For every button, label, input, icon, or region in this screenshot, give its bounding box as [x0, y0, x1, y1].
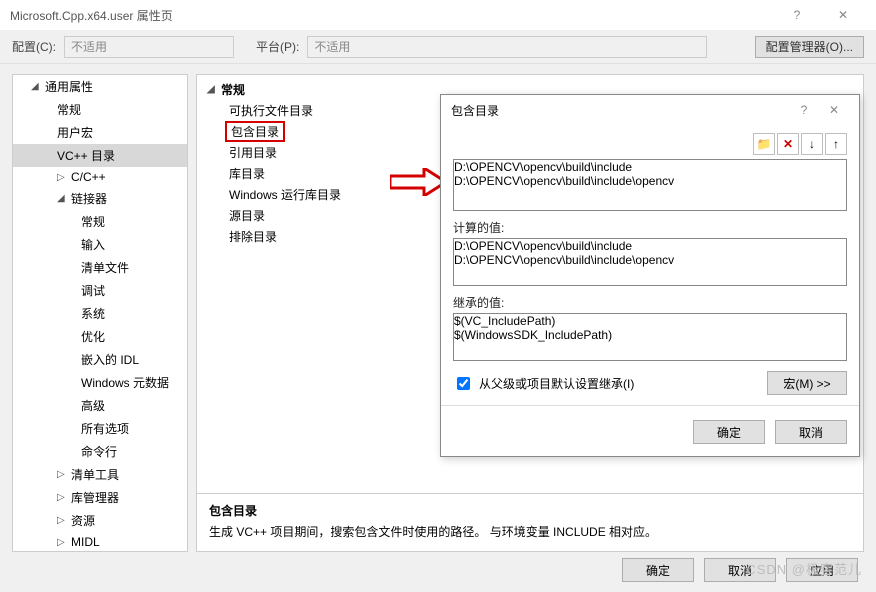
expand-icon[interactable]	[57, 469, 67, 480]
tree-item-selected[interactable]: VC++ 目录	[13, 144, 187, 167]
platform-combo[interactable]: 不适用	[307, 36, 707, 58]
tree-item[interactable]: 嵌入的 IDL	[13, 348, 187, 371]
titlebar: Microsoft.Cpp.x64.user 属性页 ? ✕	[0, 0, 876, 30]
expand-icon[interactable]	[57, 537, 67, 548]
popup-titlebar: 包含目录 ? ✕	[441, 95, 859, 125]
list-item[interactable]: D:\OPENCV\opencv\build\include	[454, 160, 846, 174]
expand-icon[interactable]	[207, 84, 217, 95]
tree-item[interactable]: 常规	[13, 98, 187, 121]
popup-ok-button[interactable]: 确定	[693, 420, 765, 444]
list-item[interactable]: D:\OPENCV\opencv\build\include\opencv	[454, 174, 846, 188]
help-button[interactable]: ?	[774, 0, 820, 30]
inherit-label: 从父级或项目默认设置继承(I)	[479, 375, 634, 392]
tree-item[interactable]: MIDL	[13, 532, 187, 552]
list-item: D:\OPENCV\opencv\build\include	[454, 239, 846, 253]
tree-item[interactable]: 清单文件	[13, 256, 187, 279]
tree-root[interactable]: 通用属性	[13, 75, 187, 98]
config-manager-button[interactable]: 配置管理器(O)...	[755, 36, 864, 58]
tree-item[interactable]: 命令行	[13, 440, 187, 463]
tree-item[interactable]: 用户宏	[13, 121, 187, 144]
tree-item[interactable]: 高级	[13, 394, 187, 417]
tree-item[interactable]: 库管理器	[13, 486, 187, 509]
tree-item[interactable]: Windows 元数据	[13, 371, 187, 394]
expand-icon[interactable]	[31, 81, 41, 92]
paths-listbox[interactable]: D:\OPENCV\opencv\build\include D:\OPENCV…	[453, 159, 847, 211]
tree-item[interactable]: 调试	[13, 279, 187, 302]
ok-button[interactable]: 确定	[622, 558, 694, 582]
expand-icon[interactable]	[57, 492, 67, 503]
tree-item[interactable]: 资源	[13, 509, 187, 532]
list-item: $(WindowsSDK_IncludePath)	[454, 328, 846, 342]
config-row: 配置(C): 不适用 平台(P): 不适用 配置管理器(O)...	[0, 30, 876, 64]
popup-cancel-button[interactable]: 取消	[775, 420, 847, 444]
new-folder-icon[interactable]: 📁	[753, 133, 775, 155]
dialog-buttons: 确定 取消 应用	[622, 558, 858, 582]
tree-item[interactable]: 所有选项	[13, 417, 187, 440]
popup-title: 包含目录	[451, 102, 499, 119]
cancel-button[interactable]: 取消	[704, 558, 776, 582]
tree-item[interactable]: 优化	[13, 325, 187, 348]
window-title: Microsoft.Cpp.x64.user 属性页	[10, 7, 173, 24]
expand-icon[interactable]	[57, 515, 67, 526]
tree-linker[interactable]: 链接器	[13, 187, 187, 210]
apply-button[interactable]: 应用	[786, 558, 858, 582]
computed-listbox: D:\OPENCV\opencv\build\include D:\OPENCV…	[453, 238, 847, 286]
inherit-checkbox[interactable]	[457, 377, 470, 390]
inherited-listbox: $(VC_IncludePath) $(WindowsSDK_IncludePa…	[453, 313, 847, 361]
expand-icon[interactable]	[57, 172, 67, 183]
config-label: 配置(C):	[12, 38, 56, 55]
property-row-highlighted[interactable]: 包含目录	[225, 121, 285, 142]
include-dirs-dialog: 包含目录 ? ✕ 📁 ✕ ↓ ↑ D:\OPENCV\opencv\build\…	[440, 94, 860, 457]
macros-button[interactable]: 宏(M) >>	[767, 371, 847, 395]
description-title: 包含目录	[209, 502, 851, 519]
tree-panel[interactable]: 通用属性 常规 用户宏 VC++ 目录 C/C++ 链接器 常规 输入 清单文件…	[12, 74, 188, 552]
list-item: D:\OPENCV\opencv\build\include\opencv	[454, 253, 846, 267]
description-text: 生成 VC++ 项目期间，搜索包含文件时使用的路径。 与环境变量 INCLUDE…	[209, 523, 851, 540]
expand-icon[interactable]	[57, 193, 67, 204]
tree-item[interactable]: C/C++	[13, 167, 187, 187]
popup-close-button[interactable]: ✕	[819, 95, 849, 125]
description-panel: 包含目录 生成 VC++ 项目期间，搜索包含文件时使用的路径。 与环境变量 IN…	[197, 493, 863, 551]
delete-icon[interactable]: ✕	[777, 133, 799, 155]
platform-label: 平台(P):	[256, 38, 299, 55]
popup-toolbar: 📁 ✕ ↓ ↑	[453, 133, 847, 155]
close-button[interactable]: ✕	[820, 0, 866, 30]
inherited-label: 继承的值:	[453, 294, 847, 311]
list-item: $(VC_IncludePath)	[454, 314, 846, 328]
popup-help-button[interactable]: ?	[789, 95, 819, 125]
computed-label: 计算的值:	[453, 219, 847, 236]
tree-item[interactable]: 常规	[13, 210, 187, 233]
move-up-icon[interactable]: ↑	[825, 133, 847, 155]
config-combo[interactable]: 不适用	[64, 36, 234, 58]
move-down-icon[interactable]: ↓	[801, 133, 823, 155]
tree-item[interactable]: 系统	[13, 302, 187, 325]
tree-item[interactable]: 输入	[13, 233, 187, 256]
tree-item[interactable]: 清单工具	[13, 463, 187, 486]
